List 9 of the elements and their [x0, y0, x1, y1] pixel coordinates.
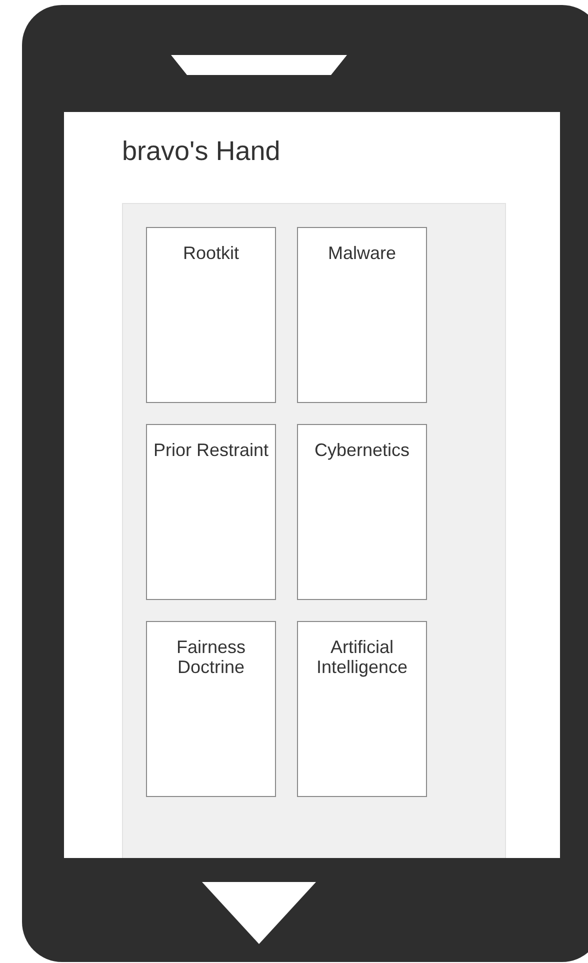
card[interactable]: Prior Restraint	[146, 424, 276, 600]
card[interactable]: Fairness Doctrine	[146, 621, 276, 797]
hand-title: bravo's Hand	[122, 136, 282, 168]
card[interactable]: Artificial Intelligence	[297, 621, 427, 797]
card[interactable]: Rootkit	[146, 227, 276, 403]
card[interactable]: Cybernetics	[297, 424, 427, 600]
down-triangle-icon[interactable]	[202, 882, 316, 944]
speaker-slot-icon	[171, 55, 347, 75]
card[interactable]: Malware	[297, 227, 427, 403]
